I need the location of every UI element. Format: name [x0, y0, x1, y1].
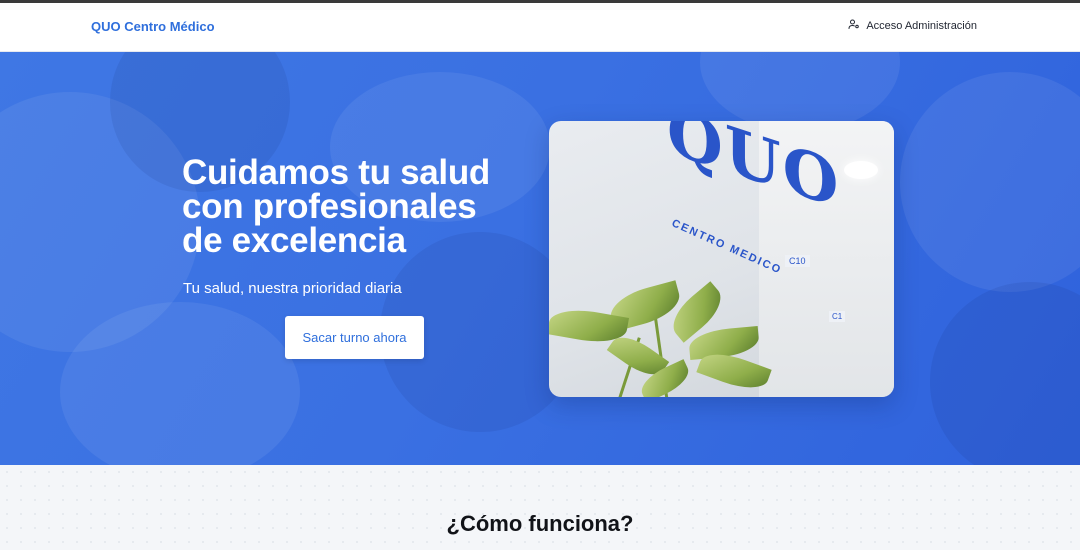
photo-room-tag: C10	[785, 255, 810, 267]
hero-headline: Cuidamos tu salud con profesionales de e…	[182, 153, 490, 260]
book-appointment-button[interactable]: Sacar turno ahora	[285, 316, 424, 359]
clinic-photo: QUO CENTRO MEDICO C10 C1	[549, 121, 894, 397]
admin-access-link[interactable]: Acceso Administración	[848, 18, 977, 33]
user-cog-icon	[848, 18, 860, 33]
admin-access-label: Acceso Administración	[866, 19, 977, 32]
photo-room-tag-2: C1	[829, 311, 846, 322]
navbar: QUO Centro Médico Acceso Administración	[0, 3, 1080, 52]
photo-ceiling-light	[844, 161, 878, 179]
hero-subtitle: Tu salud, nuestra prioridad diaria	[183, 280, 402, 297]
hero-section: Cuidamos tu salud con profesionales de e…	[0, 52, 1080, 465]
how-it-works-section: ¿Cómo funciona?	[0, 465, 1080, 550]
how-it-works-title: ¿Cómo funciona?	[446, 511, 634, 536]
brand-logo-link[interactable]: QUO Centro Médico	[91, 19, 215, 34]
hero-background	[0, 52, 1080, 465]
